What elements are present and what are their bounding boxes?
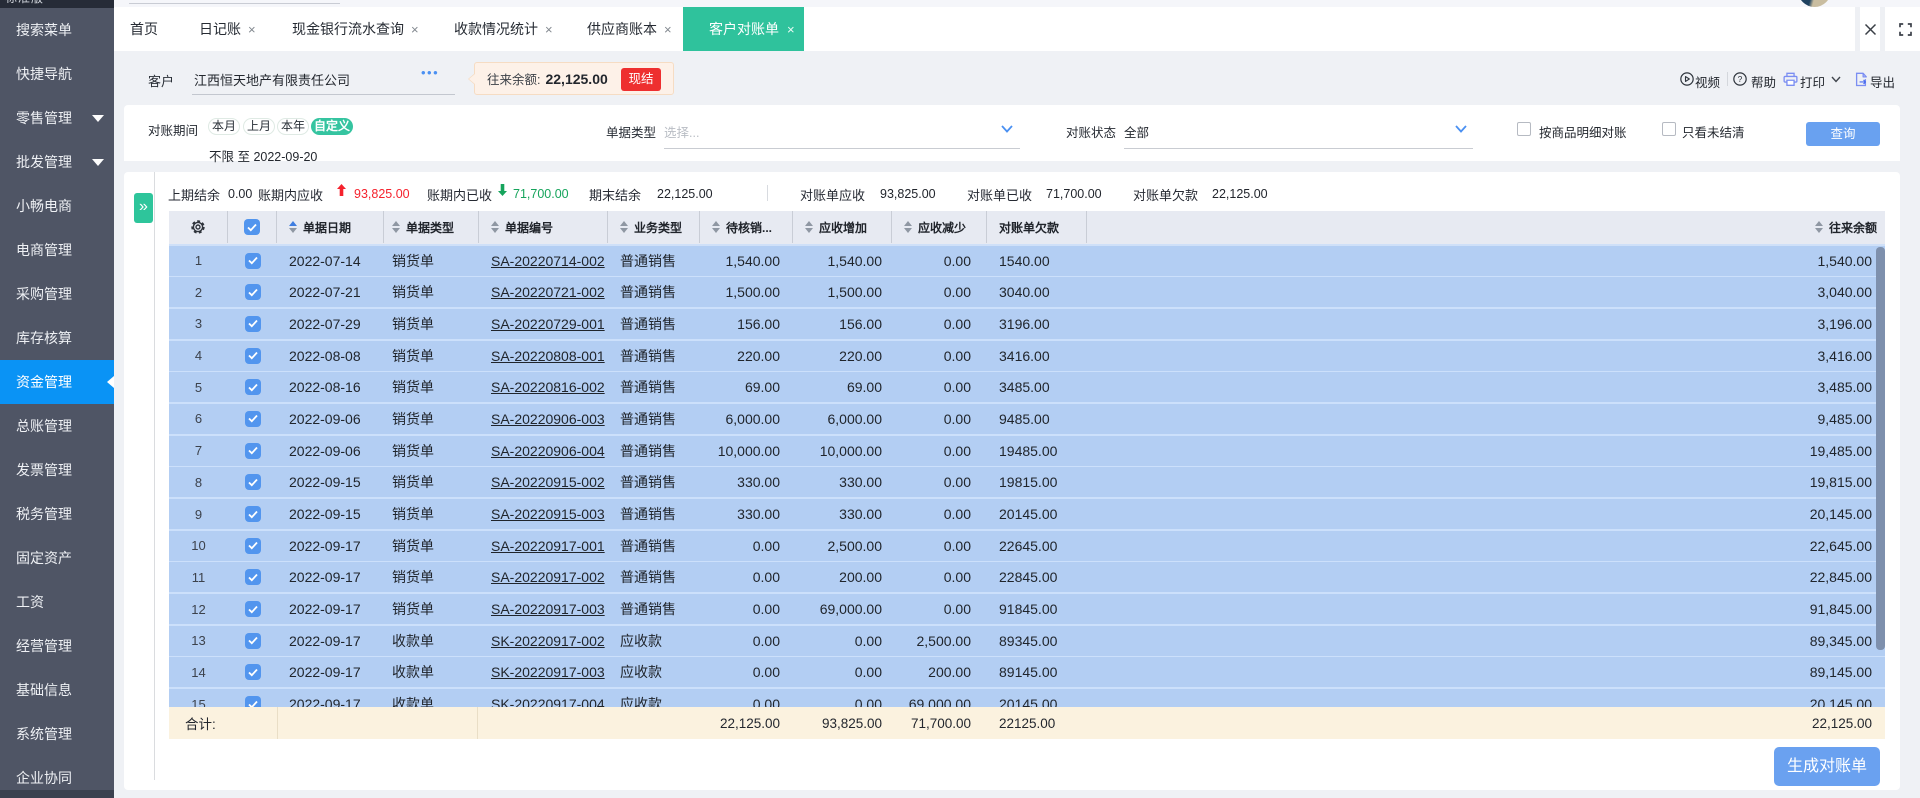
svg-text:?: ? bbox=[1738, 74, 1743, 84]
